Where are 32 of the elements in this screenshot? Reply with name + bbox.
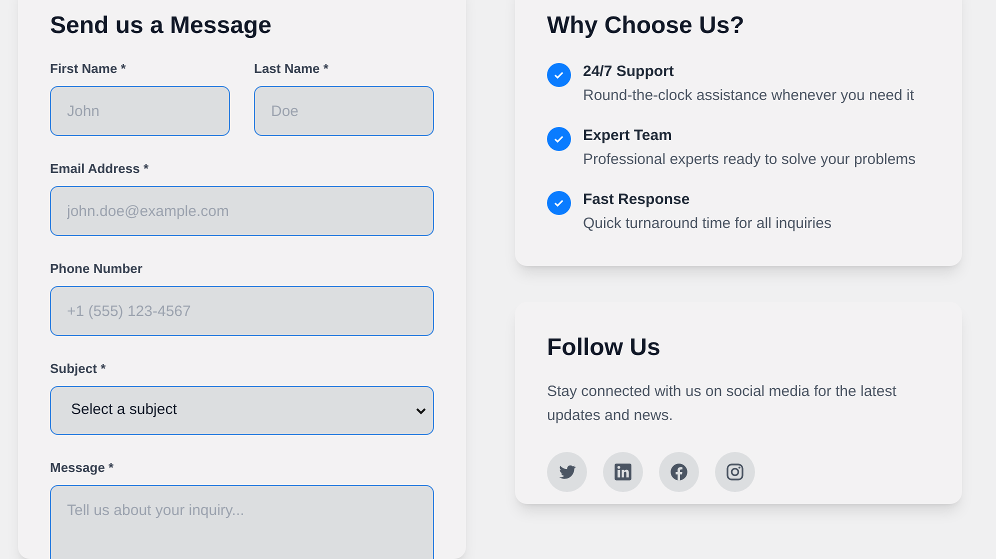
input-field[interactable]: +1 (555) 123-4567: [50, 286, 434, 336]
facebook-logo-icon: [669, 462, 689, 482]
check-circle-icon: [547, 63, 571, 87]
message-field[interactable]: Tell us about your inquiry...: [50, 485, 434, 559]
select-field[interactable]: Select a subject: [50, 386, 434, 435]
feature-description: Professional experts ready to solve your problems: [583, 150, 917, 170]
card-title: Why Choose Us?: [547, 11, 746, 41]
social-link[interactable]: [603, 452, 643, 492]
field-label: Last Name *: [254, 60, 330, 78]
instagram-camera-icon: [725, 462, 745, 482]
social-link[interactable]: [547, 452, 587, 492]
field-label: First Name *: [50, 60, 127, 78]
check-circle-icon: [547, 191, 571, 215]
social-link[interactable]: [715, 452, 755, 492]
form-title: Send us a Message: [50, 11, 272, 41]
field-label: Message *: [50, 459, 115, 477]
feature-title: Expert Team: [583, 126, 673, 146]
field-label: Phone Number: [50, 260, 144, 278]
social-link[interactable]: [659, 452, 699, 492]
card-description: Stay connected with us on social media for the latest updates and news.: [547, 382, 898, 426]
input-field[interactable]: John: [50, 86, 230, 136]
feature-description: Round-the-clock assistance whenever you need it: [583, 86, 916, 106]
field-label: Subject *: [50, 360, 107, 378]
card-title: Follow Us: [547, 333, 662, 363]
feature-title: Fast Response: [583, 190, 691, 210]
input-field[interactable]: Doe: [254, 86, 434, 136]
check-circle-icon: [547, 127, 571, 151]
feature-title: 24/7 Support: [583, 62, 675, 82]
input-field[interactable]: john.doe@example.com: [50, 186, 434, 236]
feature-description: Quick turnaround time for all inquiries: [583, 214, 832, 234]
field-label: Email Address *: [50, 160, 150, 178]
linkedin-logo-icon: [613, 462, 633, 482]
